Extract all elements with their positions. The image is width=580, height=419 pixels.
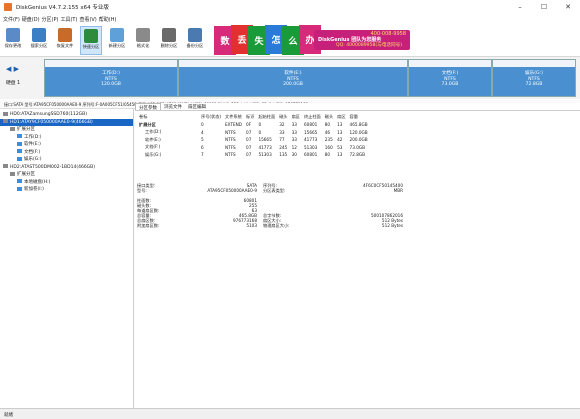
column-header: 标识 [246,114,255,119]
disk-map: ◀ ▶ 硬盘 1 工作(D:) NTFS 120.0GB 软件(E:) NTFS 200… [0,57,580,99]
recover-files-button[interactable]: 恢复文件 [54,26,76,55]
minimize-button[interactable]: – [508,0,532,14]
ad-strip: DiskGenius 团队为您服务 400-008-9958 QQ: 40000… [314,30,410,50]
tree-partition-e[interactable]: 软件(E:) [0,141,133,149]
recover-icon [58,28,72,42]
status-bar: 就绪 [0,408,580,419]
save-icon [6,28,20,42]
tree-partition-f[interactable]: 文档(F:) [0,149,133,157]
column-header: 磁头 [324,114,334,119]
format-button[interactable]: 格式化 [132,26,154,55]
tree-extended-partition[interactable]: 扩展分区 [0,171,133,179]
column-header: 卷标 [139,114,148,119]
tab-sector-edit[interactable]: 扇区编辑 [185,103,209,110]
tree-partition-h[interactable]: 本地磁盘(H:) [0,179,133,187]
table-row[interactable]: 工作(D:) 4 NTFS 07 0 33 33 15665 46 13 120.0GB [137,129,370,137]
partition-icon [17,179,22,183]
partition-block-e[interactable]: 软件(E:) NTFS 200.0GB [178,59,408,97]
tree-disk-hd1[interactable]: HD1:ATAY9CF050000AAE0-9(466GB) [0,118,133,126]
partition-icon [17,156,22,161]
disk-nav-arrows[interactable]: ◀ ▶ [6,65,19,73]
tree-disk-hd0[interactable]: HD0:ATAZamsungSSD760(112GB) [0,111,133,119]
column-header: 文件系统 [225,114,242,119]
save-changes-button[interactable]: 保存更改 [2,26,24,55]
window-controls: – ☐ ✕ [508,0,580,14]
column-header: 磁头 [279,114,288,119]
menu-partition[interactable]: 分区(P) [42,16,59,23]
ad-banner[interactable]: 数 丢 失 怎 么 办 DiskGenius 团队为您服务 400-008-99… [214,25,410,55]
disk-icon [3,111,8,116]
column-header: 序号(状态) [201,114,222,119]
delete-partition-button[interactable]: 删除分区 [158,26,180,55]
menu-bar: 文件(F) 硬盘(D) 分区(P) 工具(T) 查看(V) 帮助(H) [0,14,580,24]
partition-block-d[interactable]: 工作(D:) NTFS 120.0GB [44,59,178,97]
ad-phone: 400-008-9958 [370,31,406,37]
app-logo-icon [4,3,12,11]
window-title: DiskGenius V4.7.2.155 x64 专业版 [16,5,109,11]
disk-icon [3,119,8,123]
format-icon [136,28,150,42]
tree-extended-partition[interactable]: 扩展分区 [0,126,133,134]
tab-browse-files[interactable]: 浏览文件 [161,103,185,110]
column-header: 扇区 [337,114,346,119]
quick-partition-button[interactable]: 快速分区 [80,26,102,55]
details-panel: 分区参数 浏览文件 扇区编辑 卷标 序号(状态) 文件系统 标识 起始柱面 磁头… [135,103,580,408]
property-row: 附加扇区数: 5103 物理扇区大小: 512 Bytes [137,223,403,228]
menu-tools[interactable]: 工具(T) [60,16,77,23]
maximize-button[interactable]: ☐ [532,0,556,14]
backup-partition-button[interactable]: 备份分区 [184,26,206,55]
column-header: 终止柱面 [303,114,321,119]
search-icon [32,28,46,42]
backup-icon [188,28,202,42]
disk-tree: HD0:ATAZamsungSSD760(112GB) HD1:ATAY9CF0… [0,109,134,408]
partition-icon [17,149,22,153]
menu-help[interactable]: 帮助(H) [99,16,117,23]
trash-icon [162,28,176,42]
table-row[interactable]: 软件(E:) 5 NTFS 07 15665 77 33 41773 235 42 200.0GB [137,136,370,144]
tab-partition-params[interactable]: 分区参数 [135,103,161,111]
menu-disk[interactable]: 硬盘(D) [22,16,40,23]
tree-partition-i[interactable]: 新加卷(I:) [0,186,133,194]
table-header-row: 卷标 序号(状态) 文件系统 标识 起始柱面 磁头 扇区 终止柱面 磁头 扇区 … [137,113,370,121]
search-partition-button[interactable]: 搜索分区 [28,26,50,55]
partition-table: 卷标 序号(状态) 文件系统 标识 起始柱面 磁头 扇区 终止柱面 磁头 扇区 … [137,113,370,159]
disk-label: 硬盘 1 [6,81,21,86]
quick-partition-icon [84,29,98,43]
tree-disk-hd2[interactable]: HD2:ATAST500DM002-1BD14(466GB) [0,164,133,172]
property-row: 型号: ATA95CF050000AAE0-9 分区表类型: MBR [137,188,403,193]
table-row[interactable]: 娱乐(G:) 7 NTFS 07 51303 135 30 60801 80 13 72.8GB [137,151,370,159]
ad-qq: QQ: 4000089958(与电话同号) [335,43,402,48]
column-header: 扇区 [291,114,300,119]
tree-partition-g[interactable]: 娱乐(G:) [0,156,133,164]
menu-file[interactable]: 文件(F) [3,16,20,23]
title-bar: DiskGenius V4.7.2.155 x64 专业版 – ☐ ✕ [0,0,580,14]
table-row[interactable]: 文档(F:) 6 NTFS 07 41773 245 12 51303 160 53 73.0GB [137,144,370,152]
partition-icon [10,126,15,131]
disk-icon [3,164,8,168]
partition-icon [17,186,22,191]
menu-view[interactable]: 查看(V) [79,16,96,23]
partition-block-g[interactable]: 娱乐(G:) NTFS 72.8GB [492,59,576,97]
partition-icon [17,141,22,146]
disk-properties: 接口类型: SATA 序列号: 4F6C0CF50145400 型号: ATA95CF0… [137,183,437,228]
tab-bar: 分区参数 浏览文件 扇区编辑 [135,103,580,111]
partition-icon [17,134,22,138]
partition-block-f[interactable]: 文档(F:) NTFS 73.0GB [408,59,492,97]
table-row[interactable]: 扩展分区 0 EXTEND 0F 0 32 33 60801 80 13 465.8GB [137,121,370,129]
partition-icon [10,171,15,176]
column-header: 容量 [349,114,358,119]
close-button[interactable]: ✕ [556,0,580,14]
new-partition-icon [110,28,124,42]
new-partition-button[interactable]: 新建分区 [106,26,128,55]
column-header: 起始柱面 [258,114,276,119]
tree-partition-d[interactable]: 工作(D:) [0,134,133,142]
